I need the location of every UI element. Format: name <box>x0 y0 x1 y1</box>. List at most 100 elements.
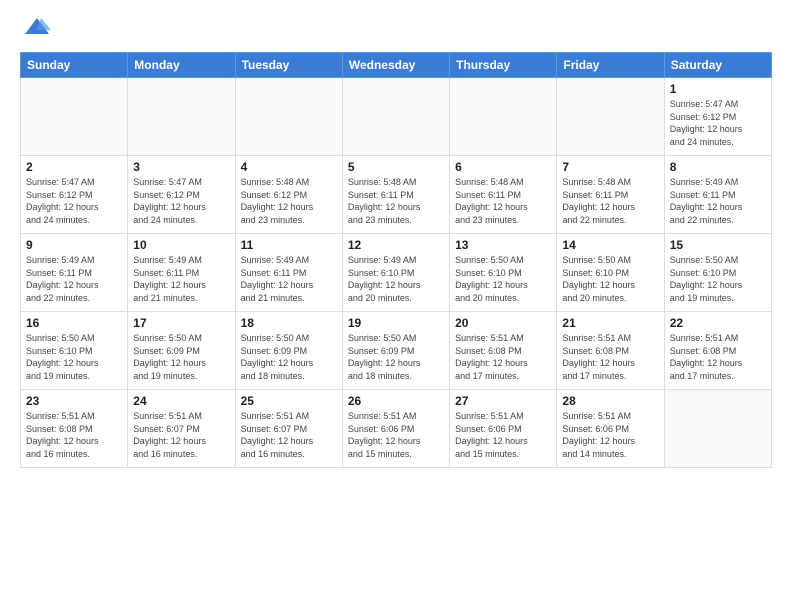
day-info: Sunrise: 5:51 AM Sunset: 6:08 PM Dayligh… <box>26 410 122 460</box>
calendar-day-cell: 22 Sunrise: 5:51 AM Sunset: 6:08 PM Dayli… <box>664 312 771 390</box>
calendar-day-cell: 24 Sunrise: 5:51 AM Sunset: 6:07 PM Dayli… <box>128 390 235 468</box>
calendar-day-cell: 11 Sunrise: 5:49 AM Sunset: 6:11 PM Dayli… <box>235 234 342 312</box>
day-info: Sunrise: 5:50 AM Sunset: 6:09 PM Dayligh… <box>133 332 229 382</box>
day-info: Sunrise: 5:51 AM Sunset: 6:07 PM Dayligh… <box>133 410 229 460</box>
calendar-day-cell: 4 Sunrise: 5:48 AM Sunset: 6:12 PM Daylig… <box>235 156 342 234</box>
day-info: Sunrise: 5:50 AM Sunset: 6:10 PM Dayligh… <box>455 254 551 304</box>
day-number: 25 <box>241 394 337 408</box>
weekday-header: Sunday <box>21 53 128 78</box>
calendar-day-cell: 8Sunrise: 5:49 AM Sunset: 6:11 PM Daylig… <box>664 156 771 234</box>
day-number: 11 <box>241 238 337 252</box>
weekday-header: Monday <box>128 53 235 78</box>
calendar-day-cell: 15 Sunrise: 5:50 AM Sunset: 6:10 PM Dayli… <box>664 234 771 312</box>
calendar-day-cell <box>557 78 664 156</box>
day-number: 26 <box>348 394 444 408</box>
calendar-day-cell <box>342 78 449 156</box>
day-number: 14 <box>562 238 658 252</box>
day-info: Sunrise: 5:49 AM Sunset: 6:11 PM Dayligh… <box>241 254 337 304</box>
calendar-day-cell: 5 Sunrise: 5:48 AM Sunset: 6:11 PM Daylig… <box>342 156 449 234</box>
calendar-table: SundayMondayTuesdayWednesdayThursdayFrid… <box>20 52 772 468</box>
day-number: 23 <box>26 394 122 408</box>
day-number: 22 <box>670 316 766 330</box>
day-info: Sunrise: 5:51 AM Sunset: 6:08 PM Dayligh… <box>670 332 766 382</box>
calendar-day-cell <box>21 78 128 156</box>
day-info: Sunrise: 5:51 AM Sunset: 6:07 PM Dayligh… <box>241 410 337 460</box>
calendar-day-cell: 2 Sunrise: 5:47 AM Sunset: 6:12 PM Daylig… <box>21 156 128 234</box>
day-number: 28 <box>562 394 658 408</box>
calendar-day-cell: 21Sunrise: 5:51 AM Sunset: 6:08 PM Dayli… <box>557 312 664 390</box>
day-info: Sunrise: 5:48 AM Sunset: 6:11 PM Dayligh… <box>562 176 658 226</box>
calendar-day-cell: 12 Sunrise: 5:49 AM Sunset: 6:10 PM Dayli… <box>342 234 449 312</box>
day-info: Sunrise: 5:50 AM Sunset: 6:09 PM Dayligh… <box>241 332 337 382</box>
day-number: 12 <box>348 238 444 252</box>
page-header <box>20 18 772 42</box>
day-number: 21 <box>562 316 658 330</box>
day-info: Sunrise: 5:48 AM Sunset: 6:11 PM Dayligh… <box>348 176 444 226</box>
day-info: Sunrise: 5:49 AM Sunset: 6:11 PM Dayligh… <box>26 254 122 304</box>
calendar-header-row: SundayMondayTuesdayWednesdayThursdayFrid… <box>21 53 772 78</box>
calendar-day-cell: 3 Sunrise: 5:47 AM Sunset: 6:12 PM Daylig… <box>128 156 235 234</box>
calendar-day-cell: 18Sunrise: 5:50 AM Sunset: 6:09 PM Dayli… <box>235 312 342 390</box>
day-info: Sunrise: 5:47 AM Sunset: 6:12 PM Dayligh… <box>670 98 766 148</box>
calendar-day-cell: 28 Sunrise: 5:51 AM Sunset: 6:06 PM Dayli… <box>557 390 664 468</box>
day-number: 27 <box>455 394 551 408</box>
day-info: Sunrise: 5:50 AM Sunset: 6:10 PM Dayligh… <box>562 254 658 304</box>
calendar-week-row: 2 Sunrise: 5:47 AM Sunset: 6:12 PM Daylig… <box>21 156 772 234</box>
calendar-day-cell: 14 Sunrise: 5:50 AM Sunset: 6:10 PM Dayli… <box>557 234 664 312</box>
day-number: 19 <box>348 316 444 330</box>
calendar-day-cell: 26 Sunrise: 5:51 AM Sunset: 6:06 PM Dayli… <box>342 390 449 468</box>
calendar-week-row: 23 Sunrise: 5:51 AM Sunset: 6:08 PM Dayli… <box>21 390 772 468</box>
day-info: Sunrise: 5:51 AM Sunset: 6:06 PM Dayligh… <box>455 410 551 460</box>
weekday-header: Saturday <box>664 53 771 78</box>
calendar-day-cell <box>664 390 771 468</box>
day-number: 15 <box>670 238 766 252</box>
calendar-day-cell: 1 Sunrise: 5:47 AM Sunset: 6:12 PM Daylig… <box>664 78 771 156</box>
day-number: 1 <box>670 82 766 96</box>
day-info: Sunrise: 5:49 AM Sunset: 6:10 PM Dayligh… <box>348 254 444 304</box>
calendar-week-row: 1 Sunrise: 5:47 AM Sunset: 6:12 PM Daylig… <box>21 78 772 156</box>
day-info: Sunrise: 5:47 AM Sunset: 6:12 PM Dayligh… <box>26 176 122 226</box>
day-info: Sunrise: 5:51 AM Sunset: 6:08 PM Dayligh… <box>455 332 551 382</box>
day-number: 17 <box>133 316 229 330</box>
day-number: 2 <box>26 160 122 174</box>
calendar-day-cell: 23 Sunrise: 5:51 AM Sunset: 6:08 PM Dayli… <box>21 390 128 468</box>
calendar-day-cell: 25 Sunrise: 5:51 AM Sunset: 6:07 PM Dayli… <box>235 390 342 468</box>
weekday-header: Wednesday <box>342 53 449 78</box>
day-info: Sunrise: 5:50 AM Sunset: 6:09 PM Dayligh… <box>348 332 444 382</box>
day-info: Sunrise: 5:48 AM Sunset: 6:12 PM Dayligh… <box>241 176 337 226</box>
day-info: Sunrise: 5:49 AM Sunset: 6:11 PM Dayligh… <box>133 254 229 304</box>
day-info: Sunrise: 5:51 AM Sunset: 6:06 PM Dayligh… <box>348 410 444 460</box>
calendar-day-cell: 16 Sunrise: 5:50 AM Sunset: 6:10 PM Dayli… <box>21 312 128 390</box>
logo <box>20 18 51 42</box>
calendar-day-cell: 9 Sunrise: 5:49 AM Sunset: 6:11 PM Daylig… <box>21 234 128 312</box>
calendar-day-cell: 10 Sunrise: 5:49 AM Sunset: 6:11 PM Dayli… <box>128 234 235 312</box>
day-info: Sunrise: 5:47 AM Sunset: 6:12 PM Dayligh… <box>133 176 229 226</box>
day-number: 4 <box>241 160 337 174</box>
calendar-day-cell <box>128 78 235 156</box>
calendar-week-row: 9 Sunrise: 5:49 AM Sunset: 6:11 PM Daylig… <box>21 234 772 312</box>
day-info: Sunrise: 5:50 AM Sunset: 6:10 PM Dayligh… <box>26 332 122 382</box>
calendar-day-cell: 20Sunrise: 5:51 AM Sunset: 6:08 PM Dayli… <box>450 312 557 390</box>
calendar-day-cell <box>450 78 557 156</box>
day-number: 8 <box>670 160 766 174</box>
calendar-day-cell: 6 Sunrise: 5:48 AM Sunset: 6:11 PM Daylig… <box>450 156 557 234</box>
day-number: 16 <box>26 316 122 330</box>
calendar-day-cell: 19 Sunrise: 5:50 AM Sunset: 6:09 PM Dayli… <box>342 312 449 390</box>
day-number: 13 <box>455 238 551 252</box>
day-info: Sunrise: 5:50 AM Sunset: 6:10 PM Dayligh… <box>670 254 766 304</box>
day-number: 9 <box>26 238 122 252</box>
day-number: 7 <box>562 160 658 174</box>
day-info: Sunrise: 5:51 AM Sunset: 6:06 PM Dayligh… <box>562 410 658 460</box>
calendar-week-row: 16 Sunrise: 5:50 AM Sunset: 6:10 PM Dayli… <box>21 312 772 390</box>
calendar-day-cell: 7 Sunrise: 5:48 AM Sunset: 6:11 PM Daylig… <box>557 156 664 234</box>
calendar-day-cell: 17 Sunrise: 5:50 AM Sunset: 6:09 PM Dayli… <box>128 312 235 390</box>
day-info: Sunrise: 5:48 AM Sunset: 6:11 PM Dayligh… <box>455 176 551 226</box>
calendar-day-cell: 27 Sunrise: 5:51 AM Sunset: 6:06 PM Dayli… <box>450 390 557 468</box>
day-number: 10 <box>133 238 229 252</box>
day-number: 24 <box>133 394 229 408</box>
calendar-day-cell <box>235 78 342 156</box>
day-number: 6 <box>455 160 551 174</box>
weekday-header: Thursday <box>450 53 557 78</box>
day-number: 5 <box>348 160 444 174</box>
day-number: 3 <box>133 160 229 174</box>
